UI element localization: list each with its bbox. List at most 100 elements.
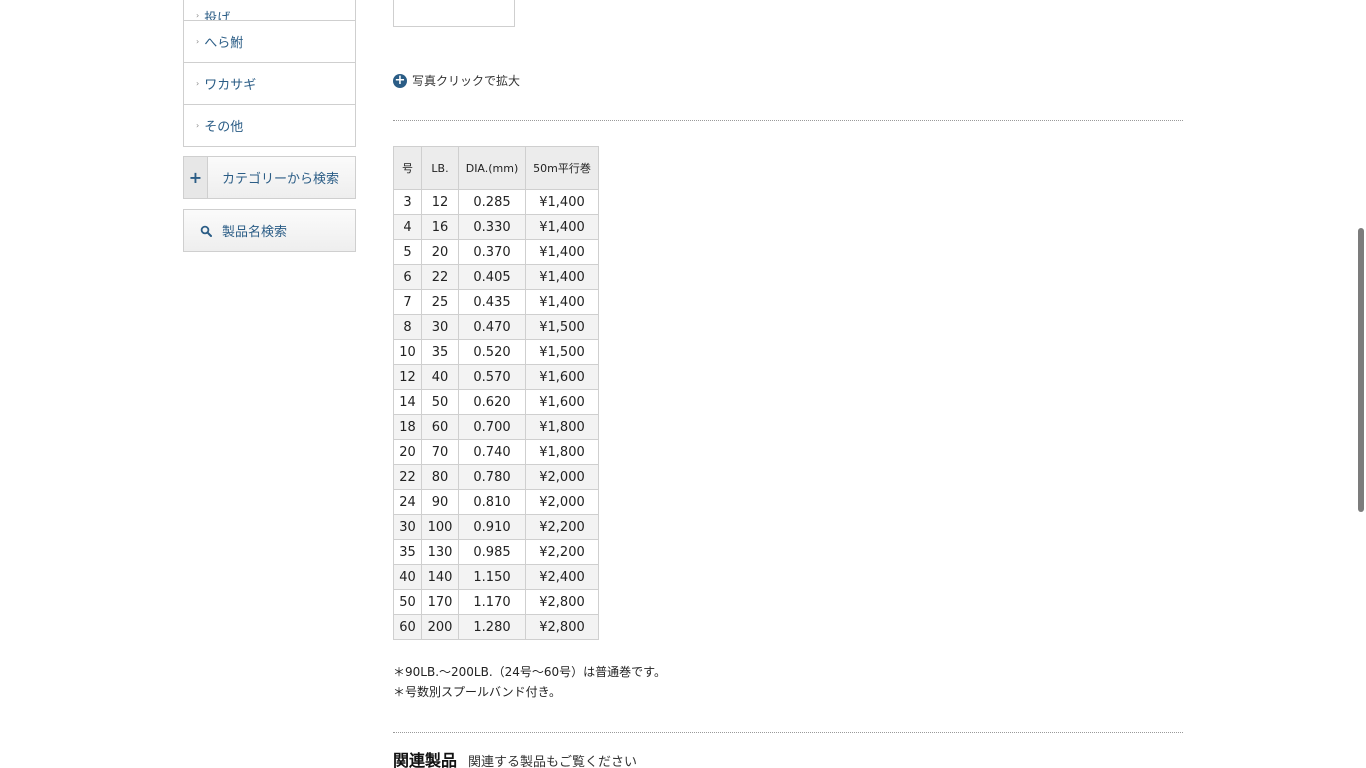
table-cell: 1.280 xyxy=(458,614,526,640)
table-row: 20 70 0.740 ¥1,800 xyxy=(393,439,599,465)
divider xyxy=(393,120,1183,121)
table-row: 14 50 0.620 ¥1,600 xyxy=(393,389,599,415)
spec-table: 号 LB. DIA.(mm) 50m平行巻 3 12 0.285 ¥1,400 4 16 0… xyxy=(393,146,599,640)
table-row: 7 25 0.435 ¥1,400 xyxy=(393,289,599,315)
table-row: 30 100 0.910 ¥2,200 xyxy=(393,514,599,540)
table-cell: ¥2,200 xyxy=(525,514,599,540)
table-cell: 0.700 xyxy=(458,414,526,440)
related-title: 関連製品 xyxy=(393,751,458,768)
table-cell: ¥2,000 xyxy=(525,489,599,515)
table-cell: 8 xyxy=(393,314,422,340)
table-cell: ¥1,500 xyxy=(525,314,599,340)
table-cell: 0.370 xyxy=(458,239,526,265)
sidebar: › 投げ › へら鮒 › ワカサギ › その他 + カテゴリーから検索 製品名検… xyxy=(183,0,356,252)
table-header-row: 号 LB. DIA.(mm) 50m平行巻 xyxy=(393,146,599,190)
table-cell: 22 xyxy=(421,264,459,290)
scrollbar[interactable] xyxy=(1356,0,1366,768)
category-item-other[interactable]: › その他 xyxy=(184,104,355,146)
product-thumbnail[interactable] xyxy=(393,0,515,27)
table-cell: ¥2,400 xyxy=(525,564,599,590)
note-line: ＊90LB.～200LB.（24号～60号）は普通巻です。 xyxy=(393,665,666,679)
table-cell: 140 xyxy=(421,564,459,590)
search-icon xyxy=(194,225,218,237)
table-row: 40 140 1.150 ¥2,400 xyxy=(393,564,599,590)
chevron-right-icon: › xyxy=(196,121,200,130)
table-cell: ¥1,400 xyxy=(525,189,599,215)
related-subtitle: 関連する製品もご覧ください xyxy=(468,755,638,768)
table-cell: 1.150 xyxy=(458,564,526,590)
table-cell: 50 xyxy=(393,589,422,615)
table-row: 4 16 0.330 ¥1,400 xyxy=(393,214,599,240)
product-name-search-label: 製品名検索 xyxy=(222,225,288,240)
plus-circle-icon: + xyxy=(393,72,407,88)
header-size: 号 xyxy=(393,146,422,190)
table-body: 3 12 0.285 ¥1,400 4 16 0.330 ¥1,400 5 20 0.370 ¥1,4… xyxy=(393,189,599,640)
note-line: ＊号数別スプールバンド付き。 xyxy=(393,685,562,699)
table-cell: 0.570 xyxy=(458,364,526,390)
table-cell: 90 xyxy=(421,489,459,515)
table-cell: ¥1,600 xyxy=(525,364,599,390)
chevron-right-icon: › xyxy=(196,79,200,88)
table-cell: 100 xyxy=(421,514,459,540)
table-cell: 0.780 xyxy=(458,464,526,490)
table-row: 50 170 1.170 ¥2,800 xyxy=(393,589,599,615)
category-search-button[interactable]: + カテゴリーから検索 xyxy=(183,156,356,199)
table-cell: 60 xyxy=(393,614,422,640)
table-cell: 14 xyxy=(393,389,422,415)
table-cell: 0.810 xyxy=(458,489,526,515)
table-cell: 35 xyxy=(421,339,459,365)
table-cell: 16 xyxy=(421,214,459,240)
table-cell: 0.405 xyxy=(458,264,526,290)
table-cell: 7 xyxy=(393,289,422,315)
table-cell: 0.740 xyxy=(458,439,526,465)
category-label: その他 xyxy=(204,120,244,135)
table-cell: 20 xyxy=(393,439,422,465)
zoom-hint-text: 写真クリックで拡大 xyxy=(412,74,521,88)
table-row: 18 60 0.700 ¥1,800 xyxy=(393,414,599,440)
table-cell: 3 xyxy=(393,189,422,215)
table-cell: ¥2,200 xyxy=(525,539,599,565)
notes: ＊90LB.～200LB.（24号～60号）は普通巻です。 ＊号数別スプールバン… xyxy=(393,662,666,702)
scrollbar-thumb[interactable] xyxy=(1358,228,1364,512)
category-label: へら鮒 xyxy=(204,36,244,51)
table-cell: 0.520 xyxy=(458,339,526,365)
table-cell: 40 xyxy=(393,564,422,590)
table-cell: 60 xyxy=(421,414,459,440)
table-cell: 4 xyxy=(393,214,422,240)
table-row: 35 130 0.985 ¥2,200 xyxy=(393,539,599,565)
category-list: › 投げ › へら鮒 › ワカサギ › その他 xyxy=(183,0,356,147)
table-cell: ¥1,500 xyxy=(525,339,599,365)
category-item-nage[interactable]: › 投げ xyxy=(184,0,355,20)
table-cell: 0.285 xyxy=(458,189,526,215)
table-cell: ¥1,400 xyxy=(525,214,599,240)
table-cell: 0.620 xyxy=(458,389,526,415)
table-cell: 12 xyxy=(421,189,459,215)
table-row: 8 30 0.470 ¥1,500 xyxy=(393,314,599,340)
table-cell: 0.985 xyxy=(458,539,526,565)
table-row: 6 22 0.405 ¥1,400 xyxy=(393,264,599,290)
zoom-hint[interactable]: + 写真クリックで拡大 xyxy=(393,72,520,89)
category-label: 投げ xyxy=(204,11,231,20)
table-row: 12 40 0.570 ¥1,600 xyxy=(393,364,599,390)
category-item-wakasagi[interactable]: › ワカサギ xyxy=(184,62,355,104)
product-name-search-button[interactable]: 製品名検索 xyxy=(183,209,356,252)
chevron-right-icon: › xyxy=(196,37,200,46)
table-cell: 22 xyxy=(393,464,422,490)
table-cell: 30 xyxy=(393,514,422,540)
related-products-heading: 関連製品 関連する製品もご覧ください xyxy=(393,747,637,768)
table-row: 22 80 0.780 ¥2,000 xyxy=(393,464,599,490)
table-row: 60 200 1.280 ¥2,800 xyxy=(393,614,599,640)
category-item-herabuna[interactable]: › へら鮒 xyxy=(184,20,355,62)
table-cell: ¥2,800 xyxy=(525,589,599,615)
table-cell: ¥1,800 xyxy=(525,439,599,465)
plus-icon: + xyxy=(184,157,208,198)
header-lb: LB. xyxy=(421,146,459,190)
table-cell: 12 xyxy=(393,364,422,390)
table-cell: ¥1,600 xyxy=(525,389,599,415)
table-cell: 10 xyxy=(393,339,422,365)
table-cell: 20 xyxy=(421,239,459,265)
divider xyxy=(393,732,1183,733)
table-cell: 0.330 xyxy=(458,214,526,240)
header-price: 50m平行巻 xyxy=(525,146,599,190)
table-cell: 1.170 xyxy=(458,589,526,615)
